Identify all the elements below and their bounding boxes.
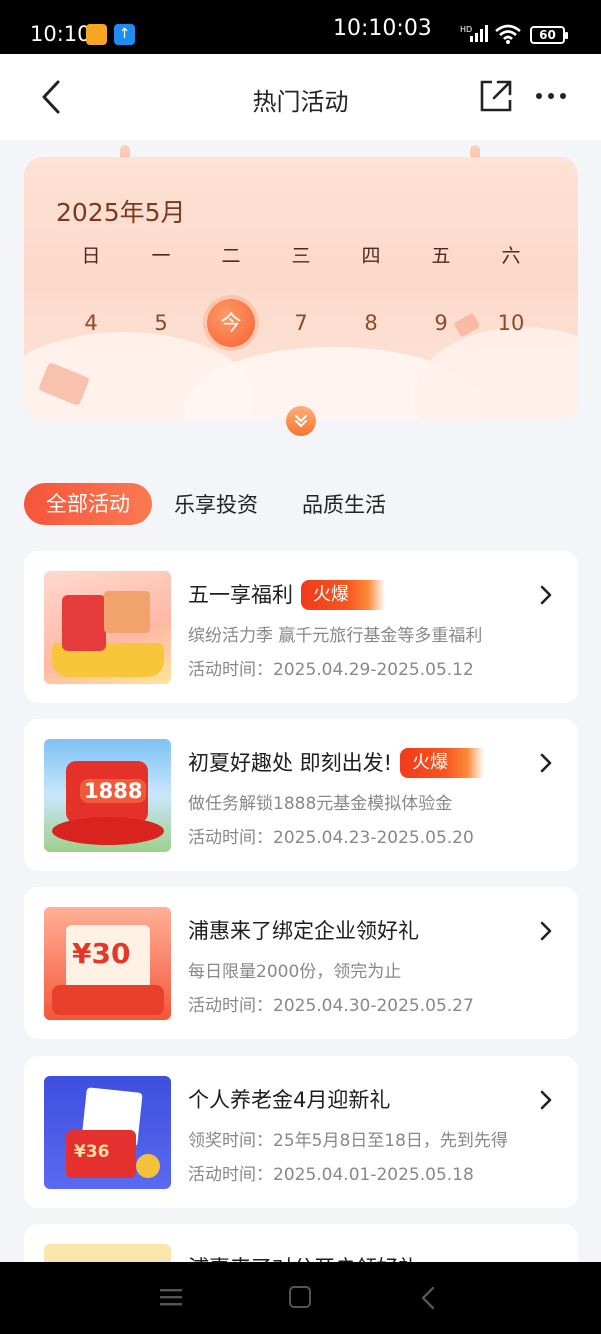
activity-description: 每日限量2000份，领完为止 bbox=[188, 962, 402, 982]
activity-title: 五一享福利 火爆 bbox=[188, 579, 385, 610]
gift-base-image bbox=[52, 985, 164, 1015]
chevron-right-icon bbox=[540, 753, 552, 773]
activity-title: 浦惠来了绑定企业领好礼 bbox=[188, 919, 419, 943]
activity-description: 领奖时间：25年5月8日至18日，先到先得 bbox=[188, 1131, 508, 1151]
upload-notification-icon: ↑ bbox=[114, 24, 135, 45]
activity-thumbnail: ¥30 bbox=[44, 907, 171, 1020]
wifi-icon bbox=[495, 24, 521, 44]
gift-box-image bbox=[104, 591, 150, 633]
activity-card[interactable]: ¥36 个人养老金4月迎新礼 领奖时间：25年5月8日至18日，先到先得 活动时… bbox=[24, 1056, 578, 1208]
shopping-bag-image bbox=[62, 595, 106, 651]
category-tabs: 全部活动 乐享投资 品质生活 bbox=[24, 483, 430, 525]
calendar-date[interactable]: 4 bbox=[56, 299, 126, 347]
notification-app-icon bbox=[86, 24, 107, 45]
activity-card[interactable]: ¥30 浦惠来了绑定企业领好礼 每日限量2000份，领完为止 活动时间：2025… bbox=[24, 887, 578, 1039]
hot-badge: 火爆 bbox=[301, 580, 385, 610]
weekday-label: 一 bbox=[151, 245, 171, 267]
recent-apps-icon[interactable] bbox=[160, 1288, 182, 1306]
more-icon[interactable] bbox=[535, 90, 567, 102]
status-bar: 10:10 ↑ 10:10:03 HD 60 bbox=[0, 0, 601, 54]
red-envelope-base-image bbox=[52, 817, 164, 845]
activity-thumbnail bbox=[44, 571, 171, 684]
today-label: 今 bbox=[207, 299, 255, 347]
activity-card[interactable]: 1888 初夏好趣处 即刻出发! 火爆 做任务解锁1888元基金模拟体验金 活动时… bbox=[24, 719, 578, 871]
thumbnail-amount: ¥36 bbox=[74, 1142, 110, 1162]
tab-investment[interactable]: 乐享投资 bbox=[174, 489, 258, 519]
home-icon[interactable] bbox=[289, 1286, 311, 1308]
weekday-label: 日 bbox=[81, 245, 101, 267]
calendar-weekday-row: 日 一 二 三 四 五 六 bbox=[56, 241, 546, 268]
activity-title: 个人养老金4月迎新礼 bbox=[188, 1088, 391, 1112]
activity-time: 活动时间：2025.04.23-2025.05.20 bbox=[188, 828, 474, 848]
weekday-label: 五 bbox=[431, 245, 451, 267]
tab-quality-life[interactable]: 品质生活 bbox=[302, 489, 386, 519]
battery-icon: 60 bbox=[530, 26, 568, 44]
thumbnail-amount: ¥30 bbox=[72, 937, 131, 970]
activity-title-text: 五一享福利 bbox=[188, 583, 293, 607]
chevron-right-icon bbox=[540, 1090, 552, 1110]
calendar-date[interactable]: 7 bbox=[266, 299, 336, 347]
activity-description: 做任务解锁1888元基金模拟体验金 bbox=[188, 794, 453, 814]
calendar-date[interactable]: 5 bbox=[126, 299, 196, 347]
activity-title: 初夏好趣处 即刻出发! 火爆 bbox=[188, 747, 485, 778]
svg-text:HD: HD bbox=[460, 25, 472, 34]
status-clock: 10:10:03 bbox=[333, 16, 432, 41]
nav-bar: 热门活动 bbox=[0, 54, 601, 140]
signal-icon: HD bbox=[460, 25, 488, 42]
hot-badge: 火爆 bbox=[400, 748, 485, 778]
weekday-label: 六 bbox=[501, 245, 521, 267]
expand-calendar-icon[interactable] bbox=[286, 406, 316, 436]
weekday-label: 三 bbox=[291, 245, 311, 267]
activity-time: 活动时间：2025.04.01-2025.05.18 bbox=[188, 1165, 474, 1185]
activity-time: 活动时间：2025.04.29-2025.05.12 bbox=[188, 660, 474, 680]
tab-all-activities[interactable]: 全部活动 bbox=[24, 483, 152, 525]
activity-time: 活动时间：2025.04.30-2025.05.27 bbox=[188, 996, 474, 1016]
status-time: 10:10 bbox=[30, 22, 91, 46]
calendar-date[interactable]: 8 bbox=[336, 299, 406, 347]
system-nav-bar bbox=[0, 1262, 601, 1334]
chevron-right-icon bbox=[540, 585, 552, 605]
activity-description: 缤纷活力季 赢千元旅行基金等多重福利 bbox=[188, 626, 483, 646]
activity-calendar: 2025年5月 日 一 二 三 四 五 六 4 5 今 7 8 9 10 bbox=[24, 157, 578, 420]
chevron-right-icon bbox=[540, 921, 552, 941]
activity-card[interactable]: 五一享福利 火爆 缤纷活力季 赢千元旅行基金等多重福利 活动时间：2025.04.… bbox=[24, 551, 578, 703]
thumbnail-amount: 1888 bbox=[80, 779, 147, 803]
gold-coin-image bbox=[136, 1154, 160, 1178]
activity-title-text: 初夏好趣处 即刻出发! bbox=[188, 751, 393, 775]
calendar-date-row: 4 5 今 7 8 9 10 bbox=[56, 299, 546, 347]
calendar-date[interactable]: 10 bbox=[476, 299, 546, 347]
system-back-icon[interactable] bbox=[420, 1286, 436, 1310]
share-icon[interactable] bbox=[478, 78, 514, 114]
calendar-month: 2025年5月 bbox=[56, 198, 186, 227]
calendar-date-today[interactable]: 今 bbox=[196, 299, 266, 347]
activity-thumbnail: 1888 bbox=[44, 739, 171, 852]
weekday-label: 二 bbox=[221, 245, 241, 267]
activity-thumbnail: ¥36 bbox=[44, 1076, 171, 1189]
weekday-label: 四 bbox=[361, 245, 381, 267]
calendar-date[interactable]: 9 bbox=[406, 299, 476, 347]
